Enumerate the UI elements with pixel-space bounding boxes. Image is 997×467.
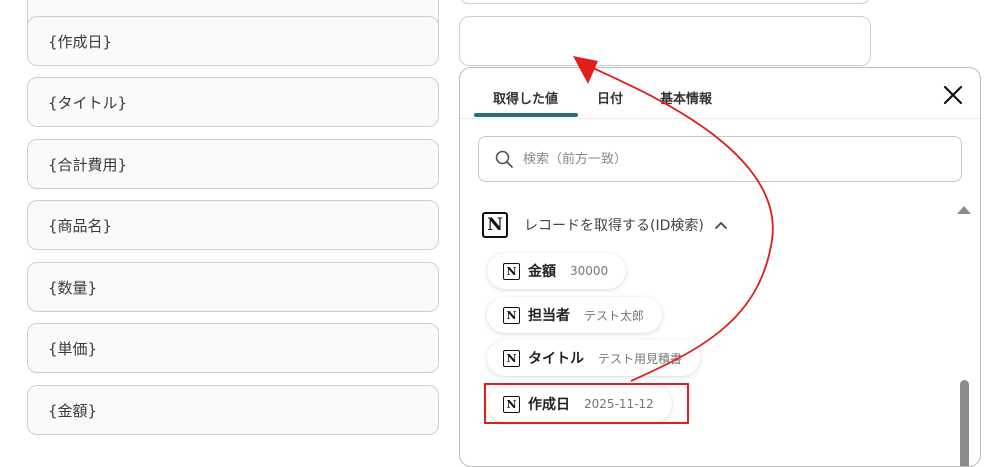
- chevron-up-icon[interactable]: [714, 220, 728, 230]
- search-input[interactable]: [521, 150, 925, 168]
- field-title[interactable]: {タイトル}: [27, 77, 439, 127]
- search-box: [478, 136, 962, 182]
- scroll-thumb[interactable]: [960, 380, 969, 466]
- value-item-person-in-charge[interactable]: N 担当者 テスト太郎: [487, 297, 663, 333]
- tab-bar: 取得した値 日付 基本情報: [460, 68, 980, 119]
- scrollbar[interactable]: [957, 206, 971, 466]
- section-label: レコードを取得する(ID検索): [524, 218, 704, 234]
- field-unit-price[interactable]: {単価}: [27, 323, 439, 373]
- field-label: {数量}: [48, 278, 98, 297]
- notion-icon: N: [482, 212, 508, 238]
- search-icon: [495, 150, 513, 168]
- item-name: 金額: [528, 264, 556, 280]
- value-input-top-partial[interactable]: [459, 0, 871, 4]
- field-total-cost[interactable]: {合計費用}: [27, 139, 439, 189]
- item-name: 担当者: [528, 308, 570, 324]
- close-icon[interactable]: [942, 84, 964, 106]
- active-tab-indicator: [474, 113, 578, 117]
- tab-date[interactable]: 日付: [597, 88, 623, 107]
- field-label: {金額}: [48, 401, 98, 420]
- section-get-record[interactable]: N レコードを取得する(ID検索): [482, 212, 728, 238]
- value-input-created-date[interactable]: [459, 16, 871, 66]
- notion-icon: N: [503, 349, 520, 367]
- notion-icon: N: [503, 262, 520, 280]
- field-amount[interactable]: {金額}: [27, 385, 439, 435]
- item-value: テスト用見積書: [598, 351, 683, 366]
- field-quantity[interactable]: {数量}: [27, 262, 439, 312]
- tab-basic-info[interactable]: 基本情報: [660, 88, 712, 107]
- field-label: {タイトル}: [48, 93, 128, 112]
- field-label: {商品名}: [48, 216, 113, 235]
- field-label: {作成日}: [48, 32, 113, 51]
- notion-icon: N: [503, 306, 520, 324]
- item-name: タイトル: [528, 351, 584, 367]
- highlight-box: [484, 383, 689, 424]
- item-value: テスト太郎: [584, 308, 645, 323]
- field-label: {合計費用}: [48, 155, 128, 174]
- field-label: {単価}: [48, 339, 98, 358]
- item-value: 30000: [570, 264, 609, 278]
- tab-retrieved-values[interactable]: 取得した値: [493, 88, 558, 107]
- field-product-name[interactable]: {商品名}: [27, 200, 439, 250]
- field-created-date[interactable]: {作成日}: [27, 16, 439, 66]
- value-item-amount[interactable]: N 金額 30000: [487, 253, 627, 289]
- value-item-title[interactable]: N タイトル テスト用見積書: [487, 340, 701, 376]
- scroll-up-arrow-icon[interactable]: [957, 206, 971, 214]
